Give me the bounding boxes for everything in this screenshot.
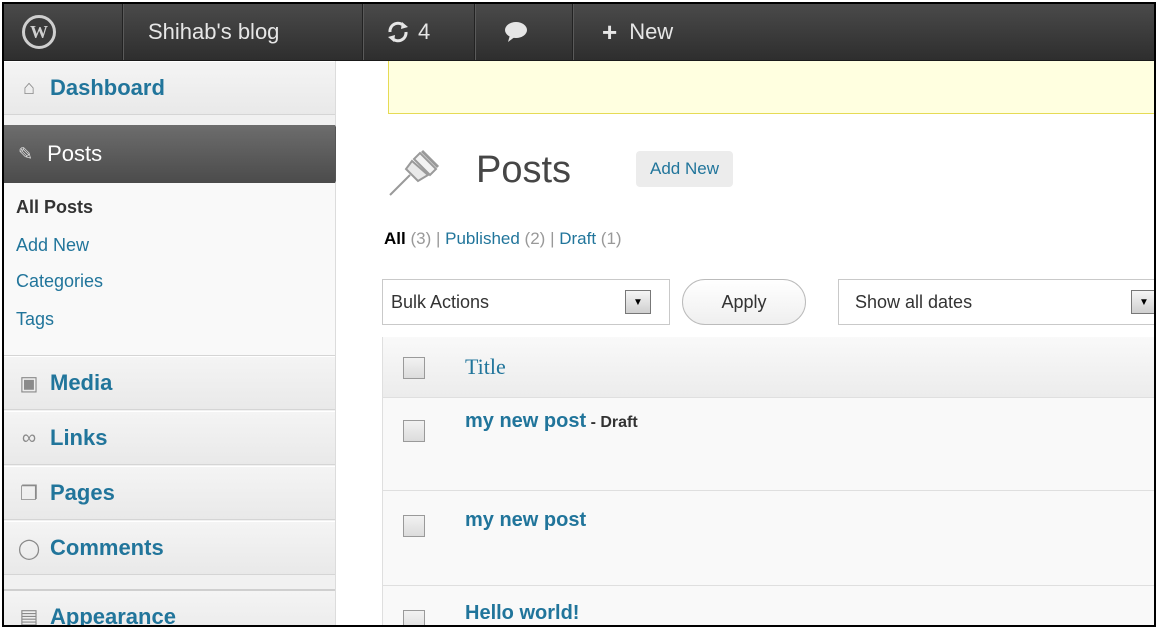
row-checkbox[interactable]: [403, 515, 425, 537]
menu-media[interactable]: ▣ Media: [4, 356, 335, 410]
filter-all[interactable]: All: [384, 229, 406, 248]
main-content: Posts Add New All (3) | Published (2) | …: [336, 61, 1154, 625]
filter-draft-count: (1): [600, 229, 622, 248]
media-icon: ▣: [19, 372, 39, 395]
comment-bubble-icon: [505, 22, 527, 42]
updates-menu[interactable]: 4: [386, 4, 430, 60]
menu-posts-label: Posts: [47, 141, 103, 166]
pushpin-icon: ✎: [18, 143, 34, 164]
posts-submenu: All Posts Add New Categories Tags: [4, 183, 335, 356]
wordpress-logo-icon: W: [22, 15, 56, 49]
menu-links[interactable]: ∞ Links: [4, 411, 335, 465]
filter-draft[interactable]: Draft: [559, 229, 596, 248]
table-header: Title: [383, 337, 1154, 398]
menu-media-label: Media: [50, 370, 113, 395]
filter-separator: |: [435, 229, 441, 248]
home-icon: ⌂: [22, 76, 36, 99]
menu-appearance[interactable]: ▤ Appearance: [4, 589, 335, 627]
admin-bar: W Shihab's blog 4 + New: [4, 4, 1154, 61]
appearance-icon: ▤: [19, 606, 39, 627]
menu-posts[interactable]: ✎ Posts: [4, 125, 349, 183]
dropdown-arrow-icon: ▼: [625, 290, 651, 314]
menu-pages-label: Pages: [50, 480, 115, 505]
date-filter-select[interactable]: Show all dates ▼: [838, 279, 1154, 325]
new-label: New: [629, 19, 674, 44]
filter-published-count: (2): [524, 229, 546, 248]
post-state: - Draft: [586, 414, 638, 431]
filter-all-count: (3): [410, 229, 432, 248]
row-checkbox[interactable]: [403, 610, 425, 625]
submenu-tags[interactable]: Tags: [16, 309, 54, 330]
comments-icon: ◯: [17, 537, 41, 560]
updates-count: 4: [418, 19, 431, 44]
table-row: my new post - Draft: [383, 398, 1154, 491]
submenu-add-new[interactable]: Add New: [16, 235, 89, 256]
admin-sidebar: ⌂ Dashboard ✎ Posts All Posts Add New Ca…: [4, 61, 349, 627]
apply-button[interactable]: Apply: [682, 279, 806, 325]
filter-published[interactable]: Published: [445, 229, 520, 248]
comments-menu[interactable]: [504, 4, 528, 60]
post-title-link[interactable]: my new post: [465, 410, 586, 432]
page-title: Posts: [476, 149, 572, 191]
menu-pages[interactable]: ❐ Pages: [4, 466, 335, 520]
table-row: Hello world!: [383, 586, 1154, 625]
link-icon: ∞: [21, 426, 37, 449]
table-row: my new post: [383, 491, 1154, 586]
plus-icon: +: [602, 16, 618, 47]
dropdown-arrow-icon: ▼: [1131, 290, 1154, 314]
posts-pushpin-icon: [389, 149, 440, 196]
menu-dashboard[interactable]: ⌂ Dashboard: [4, 61, 335, 115]
bulk-actions-value: Bulk Actions: [391, 291, 490, 312]
posts-table: Title my new post - Draft my new post He…: [382, 337, 1154, 625]
post-title-link[interactable]: Hello world!: [465, 602, 579, 624]
admin-notice: [388, 61, 1154, 114]
submenu-categories[interactable]: Categories: [16, 271, 103, 292]
new-content-menu[interactable]: + New: [602, 4, 673, 60]
date-filter-value: Show all dates: [855, 291, 973, 312]
menu-dashboard-label: Dashboard: [50, 75, 165, 100]
add-new-post-button[interactable]: Add New: [636, 151, 733, 187]
menu-appearance-label: Appearance: [50, 603, 176, 627]
post-title-link[interactable]: my new post: [465, 509, 586, 531]
menu-links-label: Links: [50, 425, 108, 450]
pages-icon: ❐: [20, 482, 38, 505]
menu-comments-label: Comments: [50, 535, 164, 560]
bulk-actions-select[interactable]: Bulk Actions ▼: [382, 279, 670, 325]
wordpress-logo-menu[interactable]: W: [22, 4, 56, 60]
submenu-all-posts[interactable]: All Posts: [16, 197, 93, 218]
site-name-menu[interactable]: Shihab's blog: [148, 4, 279, 60]
updates-icon: [388, 21, 408, 43]
site-name-label: Shihab's blog: [148, 19, 280, 44]
title-column-header[interactable]: Title: [465, 354, 506, 380]
select-all-checkbox[interactable]: [403, 357, 425, 379]
screenshot-frame: W Shihab's blog 4 + New ⌂ Dashboard ✎ Po…: [2, 2, 1156, 627]
post-status-filters: All (3) | Published (2) | Draft (1): [384, 229, 622, 249]
filter-separator: |: [550, 229, 555, 248]
row-checkbox[interactable]: [403, 420, 425, 442]
menu-comments[interactable]: ◯ Comments: [4, 521, 335, 575]
